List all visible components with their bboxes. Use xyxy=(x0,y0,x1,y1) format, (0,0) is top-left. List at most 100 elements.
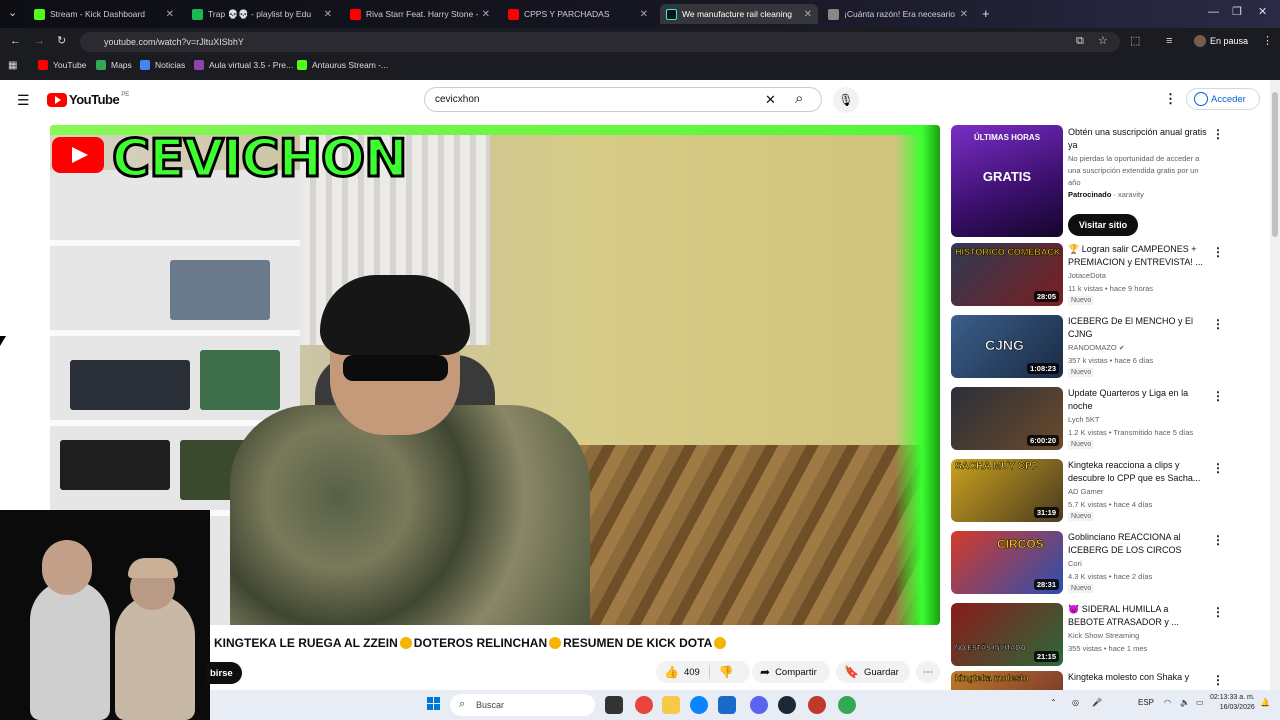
maximize-icon[interactable]: ❐ xyxy=(1232,7,1242,18)
recommendation-title[interactable]: Kingteka molesto con Shaka y xyxy=(1068,671,1206,684)
tab-search-icon[interactable]: ⌄ xyxy=(8,8,17,19)
item-menu-icon[interactable]: ⋮ xyxy=(1212,533,1224,547)
item-menu-icon[interactable]: ⋮ xyxy=(1212,389,1224,403)
bookmark-4[interactable]: Antaurus Stream -... xyxy=(297,60,388,70)
item-menu-icon[interactable]: ⋮ xyxy=(1212,673,1224,687)
search-input[interactable]: cevicxhon ✕ ⌕ xyxy=(424,87,822,112)
ad-menu-icon[interactable]: ⋮ xyxy=(1212,127,1224,141)
recommendation-thumbnail[interactable]: CIRCOS 28:31 xyxy=(951,531,1063,594)
channel-name[interactable]: Kick Show Streaming xyxy=(1068,631,1139,640)
profile-status[interactable]: En pausa xyxy=(1210,36,1248,46)
channel-name[interactable]: Cori xyxy=(1068,559,1082,568)
edge-icon[interactable] xyxy=(690,696,708,714)
back-icon[interactable]: ← xyxy=(10,36,21,47)
language-indicator[interactable]: ESP xyxy=(1138,698,1154,707)
scrollbar-thumb[interactable] xyxy=(1272,92,1278,237)
network-icon[interactable]: ◎ xyxy=(1072,698,1079,707)
save-button[interactable]: 🔖 Guardar xyxy=(836,661,910,683)
recommendation-title[interactable]: Update Quarteros y Liga en la noche xyxy=(1068,387,1206,413)
recommendation-title[interactable]: Kingteka reacciona a clips y descubre lo… xyxy=(1068,459,1206,485)
channel-name[interactable]: Lych 5KT xyxy=(1068,415,1099,424)
address-bar[interactable]: youtube.com/watch?v=rJltuXISbhY xyxy=(80,32,1120,52)
item-menu-icon[interactable]: ⋮ xyxy=(1212,605,1224,619)
wifi-icon[interactable]: ◠ xyxy=(1164,698,1171,707)
tab-2[interactable]: Riva Starr Feat. Harry Stone - Hi ✕ xyxy=(344,4,496,24)
obs-icon[interactable] xyxy=(808,696,826,714)
recommendation-item[interactable]: HISTORICO COMEBACK 28:05 🏆 Logran salir … xyxy=(950,243,1270,309)
item-menu-icon[interactable]: ⋮ xyxy=(1212,317,1224,331)
tab-close-icon[interactable]: ✕ xyxy=(804,9,812,20)
tray-overflow-icon[interactable]: ⌃ xyxy=(1050,698,1057,707)
media-control-icon[interactable]: ≡ xyxy=(1166,36,1172,47)
recommendation-item[interactable]: SACHA MUY CPP 31:19 Kingteka reacciona a… xyxy=(950,459,1270,525)
forward-icon[interactable]: → xyxy=(34,36,45,47)
browser-menu-icon[interactable]: ⋮ xyxy=(1262,36,1273,47)
channel-name[interactable]: RANDOMAZO ✔ xyxy=(1068,343,1125,352)
search-icon[interactable]: ⌕ xyxy=(795,90,803,107)
youtube-logo[interactable]: YouTube PE xyxy=(47,92,129,107)
tab-close-icon[interactable]: ✕ xyxy=(324,9,332,20)
recommendation-title[interactable]: ICEBERG De El MENCHO y El CJNG xyxy=(1068,315,1206,341)
recommendation-thumbnail[interactable]: 6:00:20 xyxy=(951,387,1063,450)
tab-5[interactable]: ¡Cuánta razón! Era necesario p ✕ xyxy=(822,4,974,24)
sign-in-button[interactable]: Acceder xyxy=(1186,88,1260,110)
like-count[interactable]: 409 xyxy=(684,667,700,678)
close-window-icon[interactable]: ✕ xyxy=(1258,7,1267,18)
recommendation-item[interactable]: kingteka molesto Kingteka molesto con Sh… xyxy=(950,671,1270,691)
file-explorer-icon[interactable] xyxy=(662,696,680,714)
tab-close-icon[interactable]: ✕ xyxy=(482,9,490,20)
steam-icon[interactable] xyxy=(778,696,796,714)
store-icon[interactable] xyxy=(718,696,736,714)
tab-0[interactable]: Stream - Kick Dashboard ✕ xyxy=(28,4,180,24)
recommendation-title[interactable]: Goblinciano REACCIONA al ICEBERG DE LOS … xyxy=(1068,531,1206,557)
voice-search-button[interactable]: 🎙 xyxy=(833,87,859,113)
bookmark-0[interactable]: YouTube xyxy=(38,60,86,70)
recommendation-title[interactable]: 👿 SIDERAL HUMILLA a BEBOTE ATRASADOR y .… xyxy=(1068,603,1206,629)
new-tab-icon[interactable]: + xyxy=(982,7,990,20)
visit-site-button[interactable]: Visitar sitio xyxy=(1068,214,1138,236)
recommendation-thumbnail[interactable]: CJNG 1:08:23 xyxy=(951,315,1063,378)
tab-close-icon[interactable]: ✕ xyxy=(166,9,174,20)
subscribe-button[interactable]: birse xyxy=(206,662,242,684)
share-button[interactable]: ➦ Compartir xyxy=(752,661,830,683)
settings-menu-icon[interactable]: ⋮ xyxy=(1164,91,1177,107)
item-menu-icon[interactable]: ⋮ xyxy=(1212,461,1224,475)
bookmark-3[interactable]: Aula virtual 3.5 - Pre... xyxy=(194,60,293,70)
apps-grid-icon[interactable]: ▦ xyxy=(8,61,17,71)
bookmark-1[interactable]: Maps xyxy=(96,60,132,70)
tab-close-icon[interactable]: ✕ xyxy=(640,9,648,20)
minimize-icon[interactable]: — xyxy=(1208,7,1219,18)
recommendation-thumbnail[interactable]: NO ESTÁS INVITADO 21:15 xyxy=(951,603,1063,666)
chrome-icon[interactable] xyxy=(635,696,653,714)
extensions-icon[interactable]: ⬚ xyxy=(1130,36,1140,47)
bookmark-star-icon[interactable]: ☆ xyxy=(1098,36,1108,47)
windows-start-icon[interactable] xyxy=(427,697,441,711)
volume-icon[interactable]: 🔈 xyxy=(1180,698,1190,707)
recommendation-item[interactable]: CJNG 1:08:23 ICEBERG De El MENCHO y El C… xyxy=(950,315,1270,381)
profile-avatar[interactable] xyxy=(1194,35,1206,47)
microphone-tray-icon[interactable]: 🎤 xyxy=(1092,698,1102,707)
like-icon[interactable]: 👍 xyxy=(664,665,679,679)
install-app-icon[interactable]: ⧉ xyxy=(1076,36,1084,47)
tab-close-icon[interactable]: ✕ xyxy=(960,9,968,20)
reload-icon[interactable]: ↻ xyxy=(57,36,66,47)
page-scrollbar[interactable] xyxy=(1270,80,1280,690)
item-menu-icon[interactable]: ⋮ xyxy=(1212,245,1224,259)
notification-icon[interactable]: 🔔 xyxy=(1260,698,1270,707)
battery-icon[interactable]: ▭ xyxy=(1196,698,1204,707)
clear-search-icon[interactable]: ✕ xyxy=(765,92,776,108)
tab-3[interactable]: CPPS Y PARCHADAS ✕ xyxy=(502,4,654,24)
recommendation-item[interactable]: CIRCOS 28:31 Goblinciano REACCIONA al IC… xyxy=(950,531,1270,597)
recommendation-thumbnail[interactable]: kingteka molesto xyxy=(951,671,1063,691)
taskbar-search-input[interactable]: ⌕ Buscar xyxy=(450,694,595,716)
ad-title[interactable]: Obtén una suscripción anual gratis ya xyxy=(1068,126,1208,152)
recommendation-thumbnail[interactable]: SACHA MUY CPP 31:19 xyxy=(951,459,1063,522)
recommendation-title[interactable]: 🏆 Logran salir CAMPEONES + PREMIACION y … xyxy=(1068,243,1206,269)
recommendation-thumbnail[interactable]: HISTORICO COMEBACK 28:05 xyxy=(951,243,1063,306)
chrome-active-icon[interactable] xyxy=(838,696,856,714)
bookmark-2[interactable]: Noticias xyxy=(140,60,185,70)
channel-name[interactable]: JotaceDota xyxy=(1068,271,1106,280)
ad-thumbnail[interactable]: ÚLTIMAS HORAS GRATIS xyxy=(951,125,1063,237)
system-clock[interactable]: 02:13:33 a. m. 16/03/2026 xyxy=(1210,693,1255,713)
discord-icon[interactable] xyxy=(750,696,768,714)
